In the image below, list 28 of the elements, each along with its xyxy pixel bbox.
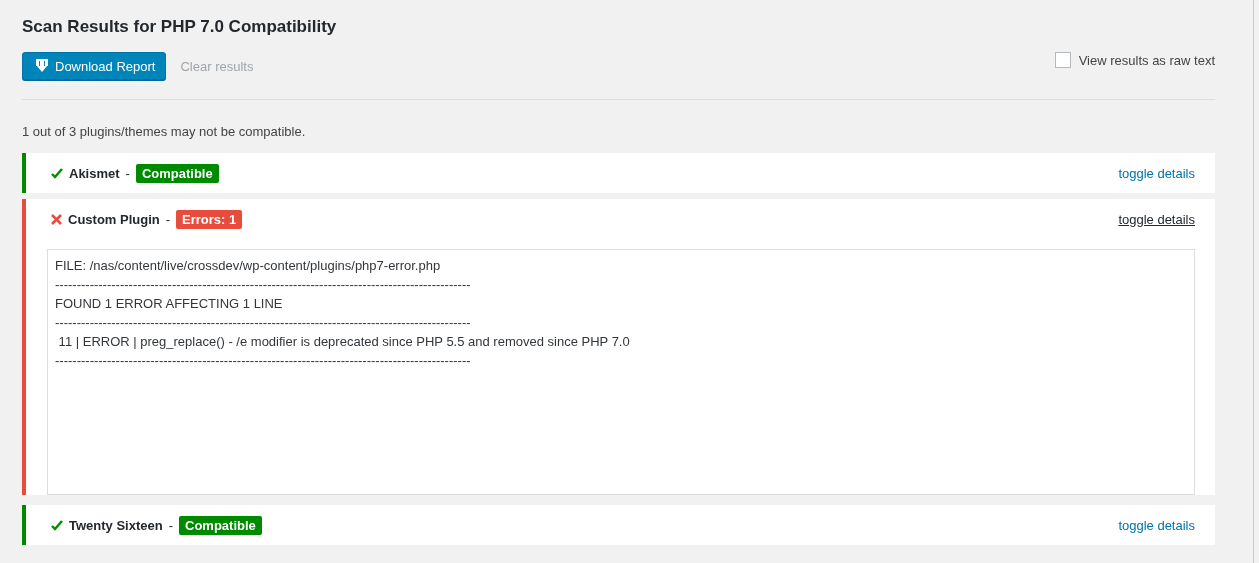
summary-text: 1 out of 3 plugins/themes may not be compatible. (22, 123, 307, 141)
download-icon (35, 58, 49, 74)
toggle-details-link[interactable]: toggle details (1118, 517, 1195, 533)
cross-icon (51, 213, 62, 225)
check-icon (51, 167, 63, 179)
details-textarea[interactable] (47, 249, 1195, 495)
details-line: ------------------------------------------------------------------------------------------------ (55, 314, 472, 332)
separator-dash: - (125, 165, 130, 181)
details-line: FOUND 1 ERROR AFFECTING 1 LINE (55, 295, 284, 313)
plugin-name: Twenty Sixteen (69, 517, 163, 533)
details-line: FILE: /nas/content/live/crossdev/wp-content/plugins/php7-error.php (55, 257, 442, 275)
status-badge: Compatible (135, 163, 219, 183)
checkbox[interactable] (1054, 52, 1071, 68)
separator-dash: - (165, 211, 171, 227)
plugin-name: Custom Plugin (68, 211, 160, 227)
check-icon (51, 519, 63, 531)
status-badge: Errors: 1 (176, 209, 243, 229)
page-title: Scan Results for PHP 7.0 Compatibility (22, 16, 338, 38)
toggle-details-link[interactable]: toggle details (1118, 211, 1195, 227)
plugin-name: Akismet (69, 165, 120, 181)
separator-dash: - (168, 517, 174, 533)
details-line: ------------------------------------------------------------------------------------------------ (55, 352, 472, 370)
toggle-details-link[interactable]: toggle details (1118, 165, 1195, 181)
status-badge: Compatible (179, 515, 262, 535)
details-line: 11 | ERROR | preg_replace() - /e modifier is deprecated since PHP 5.5 and removed since PHP 7.0 (57, 333, 631, 351)
details-line: ------------------------------------------------------------------------------------------------ (55, 276, 472, 294)
checkbox-label: View results as raw text (1078, 52, 1215, 68)
download-report-button[interactable]: Download Report (22, 52, 167, 80)
